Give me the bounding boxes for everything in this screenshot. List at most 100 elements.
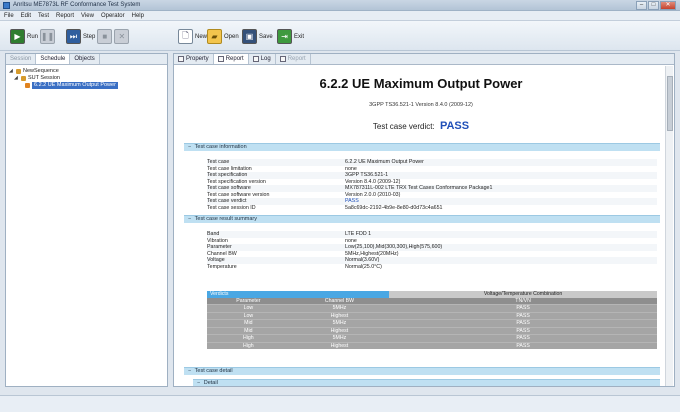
tab-report-label: Report bbox=[225, 56, 244, 62]
tab-session[interactable]: Session bbox=[6, 54, 37, 64]
menu-operator[interactable]: Operator bbox=[101, 11, 125, 20]
table-cell: 5MHz bbox=[289, 304, 390, 312]
row-key: Temperature bbox=[207, 263, 237, 270]
tab-report-disabled[interactable]: Report bbox=[276, 54, 311, 64]
step-label: Step bbox=[83, 33, 96, 40]
verdict-value: PASS bbox=[439, 120, 470, 132]
tab-objects[interactable]: Objects bbox=[70, 54, 100, 64]
section-test-case-information[interactable]: − Test case information bbox=[184, 143, 660, 151]
menu-file[interactable]: File bbox=[4, 11, 14, 20]
tab-log[interactable]: Log bbox=[249, 54, 276, 64]
table-cell: 5MHz bbox=[289, 319, 390, 327]
table-row: Low 5MHz PASS bbox=[207, 304, 657, 312]
table-cell: PASS bbox=[389, 311, 657, 320]
abort-icon[interactable]: ✕ bbox=[114, 29, 130, 44]
title-bar: Anritsu ME7873L RF Conformance Test Syst… bbox=[0, 0, 680, 11]
exit-button[interactable]: ⇥ Exit bbox=[277, 28, 304, 45]
row-value: Normal(25.0°C) bbox=[345, 263, 382, 270]
table-cell: Highest bbox=[289, 311, 390, 320]
section-test-case-result-summary[interactable]: − Test case result summary bbox=[184, 215, 660, 223]
table-cell: Mid bbox=[207, 319, 290, 327]
info-table: Test case 6.2.2 UE Maximum Output Power Te… bbox=[207, 159, 657, 211]
report-icon bbox=[279, 56, 286, 62]
table-row: High Highest PASS bbox=[207, 341, 657, 349]
stop-icon[interactable]: ■ bbox=[97, 29, 113, 44]
table-cell: Highest bbox=[289, 326, 390, 335]
col-parameter: Parameter bbox=[207, 297, 290, 305]
col-tnvn: TN/VN bbox=[389, 297, 657, 305]
table-cell: PASS bbox=[389, 334, 657, 342]
section-test-case-detail[interactable]: − Test case detail bbox=[184, 367, 660, 375]
tree-node-session[interactable]: ◢ SUT Session bbox=[9, 75, 118, 82]
new-button[interactable]: 🗋 New bbox=[178, 28, 207, 45]
section-detail[interactable]: − Detail bbox=[193, 379, 660, 386]
menu-test[interactable]: Test bbox=[38, 11, 49, 20]
collapse-icon: − bbox=[188, 216, 192, 222]
window-title: Anritsu ME7873L RF Conformance Test Syst… bbox=[13, 2, 141, 8]
report-spec-line: 3GPP TS36.521-1 Version 8.4.0 (2009-12) bbox=[369, 102, 473, 108]
open-folder-icon: ▰ bbox=[207, 29, 222, 44]
testcase-icon bbox=[25, 83, 30, 88]
run-label: Run bbox=[27, 33, 39, 40]
menu-bar: File Edit Test Report View Operator Help bbox=[0, 11, 680, 21]
table-cell: High bbox=[207, 341, 290, 349]
menu-view[interactable]: View bbox=[81, 11, 94, 20]
save-button[interactable]: ▣ Save bbox=[242, 28, 273, 45]
log-icon bbox=[252, 56, 259, 62]
report-view: 6.2.2 UE Maximum Output Power 3GPP TS36.… bbox=[179, 66, 663, 386]
report-scrollbar[interactable] bbox=[665, 66, 673, 386]
status-bar bbox=[0, 395, 680, 412]
open-button[interactable]: ▰ Open bbox=[207, 28, 239, 45]
run-icon: ▶ bbox=[10, 29, 25, 44]
save-icon: ▣ bbox=[242, 29, 257, 44]
step-icon: ⏭ bbox=[66, 29, 81, 44]
run-button[interactable]: ▶ Run ❚❚ bbox=[10, 28, 56, 45]
expand-triangle-icon[interactable]: ◢ bbox=[14, 75, 19, 82]
open-label: Open bbox=[224, 33, 239, 40]
table-row: Mid 5MHz PASS bbox=[207, 319, 657, 327]
menu-edit[interactable]: Edit bbox=[21, 11, 31, 20]
collapse-icon: − bbox=[188, 144, 192, 150]
pause-icon[interactable]: ❚❚ bbox=[40, 29, 56, 44]
verdicts-table: Verdicts Voltage/Temperature Combination… bbox=[207, 291, 657, 349]
collapse-icon: − bbox=[197, 380, 201, 386]
tree-root-label: NewSequence bbox=[23, 68, 59, 74]
tab-report[interactable]: Report bbox=[213, 54, 249, 64]
tree-node-root[interactable]: ◢ NewSequence bbox=[9, 68, 118, 75]
left-tabs: Session Schedule Objects bbox=[6, 54, 167, 65]
right-panel: Property Report Log Report 6.2.2 UE Maxi… bbox=[173, 53, 675, 387]
report-verdict: Test case verdict: PASS bbox=[179, 120, 663, 132]
table-cell: PASS bbox=[389, 304, 657, 312]
table-row: High 5MHz PASS bbox=[207, 334, 657, 342]
menu-help[interactable]: Help bbox=[132, 11, 144, 20]
tree-node-testcase[interactable]: 6.2.2 UE Maximum Output Power bbox=[9, 82, 118, 89]
table-row: Temperature Normal(25.0°C) bbox=[207, 264, 657, 271]
tab-schedule[interactable]: Schedule bbox=[36, 54, 71, 64]
expand-triangle-icon[interactable]: ◢ bbox=[9, 68, 14, 75]
row-value: 5a8c69dc-2192-4b9e-8e80-d0d73c4a651 bbox=[345, 204, 443, 211]
section-summary-label: Test case result summary bbox=[194, 216, 258, 222]
scrollbar-thumb[interactable] bbox=[667, 76, 673, 131]
verdict-label: Test case verdict: bbox=[372, 122, 435, 131]
summary-table: Band LTE FDD 1 Vibration none Parameter Low(2… bbox=[207, 231, 657, 270]
row-key: Test case session ID bbox=[207, 204, 256, 211]
tab-property[interactable]: Property bbox=[174, 54, 214, 64]
property-icon bbox=[178, 56, 184, 62]
table-cell: Low bbox=[207, 304, 290, 312]
section-detail-sub-label: Detail bbox=[203, 380, 218, 386]
close-button[interactable]: ✕ bbox=[660, 1, 676, 10]
table-cell: PASS bbox=[389, 326, 657, 335]
tab-report2-label: Report bbox=[287, 56, 306, 62]
table-cell: Low bbox=[207, 311, 290, 320]
sequence-tree: ◢ NewSequence ◢ SUT Session 6.2.2 UE Max… bbox=[9, 68, 118, 89]
minimize-button[interactable]: – bbox=[636, 1, 647, 10]
maximize-button[interactable]: □ bbox=[648, 1, 659, 10]
save-label: Save bbox=[259, 33, 273, 40]
right-tabs: Property Report Log Report bbox=[174, 54, 674, 65]
step-button[interactable]: ⏭ Step ■ ✕ bbox=[66, 28, 130, 45]
exit-label: Exit bbox=[294, 33, 305, 40]
tree-session-label: SUT Session bbox=[28, 75, 60, 81]
col-channel-bw: Channel BW bbox=[289, 297, 390, 305]
menu-report[interactable]: Report bbox=[56, 11, 74, 20]
tab-log-label: Log bbox=[260, 56, 271, 62]
